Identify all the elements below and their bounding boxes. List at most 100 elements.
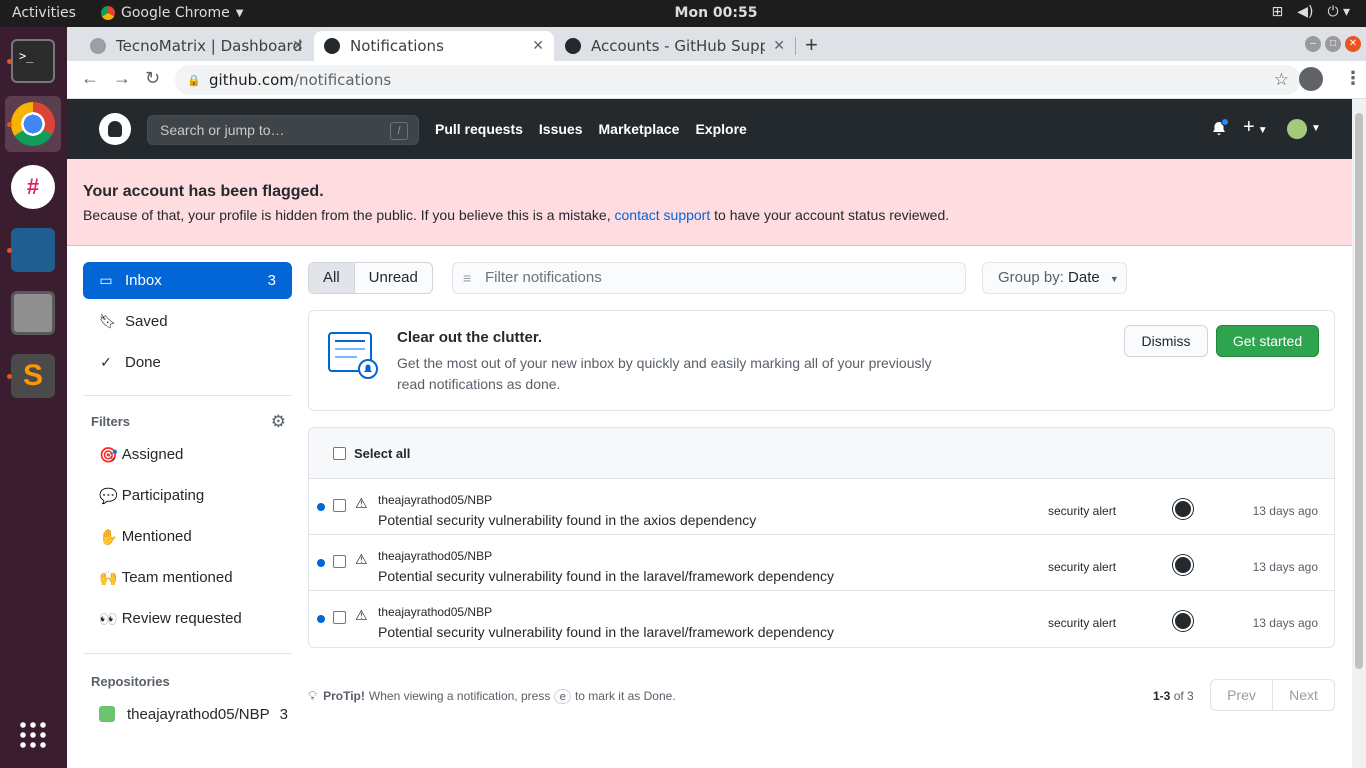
tab-title: TecnoMatrix | Dashboard bbox=[116, 37, 301, 55]
filter-participating[interactable]: 💬 Participating bbox=[83, 475, 292, 516]
repo-count: 3 bbox=[279, 705, 288, 723]
running-indicator bbox=[7, 248, 12, 253]
notification-row[interactable]: ⚠ theajayrathod05/NBP Potential security… bbox=[309, 535, 1334, 591]
filter-mentioned[interactable]: ✋ Mentioned bbox=[83, 516, 292, 557]
close-icon[interactable]: ✕ bbox=[292, 38, 304, 54]
alert-icon: ⚠ bbox=[355, 495, 368, 511]
system-tray[interactable]: ⊞ ◀) ⏻ ▾ bbox=[1271, 4, 1350, 20]
group-by-dropdown[interactable]: Group by: Date ▼ bbox=[982, 262, 1127, 294]
notification-repo: theajayrathod05/NBP bbox=[378, 605, 493, 619]
minimize-button[interactable]: – bbox=[1305, 36, 1321, 52]
account-flagged-banner: Your account has been flagged. Because o… bbox=[67, 159, 1352, 246]
page-viewport: Search or jump to… / Pull requests Issue… bbox=[67, 99, 1352, 768]
menu-kebab-icon[interactable]: ⋮ bbox=[1344, 68, 1362, 89]
dock-chrome[interactable] bbox=[5, 96, 61, 152]
group-by-label: Group by: bbox=[998, 269, 1064, 286]
close-window-button[interactable]: ✕ bbox=[1345, 36, 1361, 52]
dismiss-button[interactable]: Dismiss bbox=[1124, 325, 1208, 357]
dolphin-icon bbox=[11, 228, 55, 272]
close-icon[interactable]: ✕ bbox=[532, 38, 544, 54]
sidebar-item-saved[interactable]: 🔖︎ Saved bbox=[83, 303, 292, 340]
dock-mysql-workbench[interactable] bbox=[5, 222, 61, 278]
get-started-button[interactable]: Get started bbox=[1216, 325, 1319, 357]
notification-row[interactable]: ⚠ theajayrathod05/NBP Potential security… bbox=[309, 591, 1334, 647]
prev-button[interactable]: Prev bbox=[1211, 680, 1273, 710]
maximize-button[interactable]: □ bbox=[1325, 36, 1341, 52]
filter-team-mentioned[interactable]: 🙌 Team mentioned bbox=[83, 557, 292, 598]
select-all-checkbox[interactable] bbox=[333, 446, 346, 460]
flash-text: Because of that, your profile is hidden … bbox=[83, 207, 1336, 223]
protip: 💡︎ ProTip! When viewing a notification, … bbox=[308, 688, 676, 704]
notification-reason: security alert bbox=[1048, 616, 1117, 630]
tab-notifications[interactable]: Notifications ✕ bbox=[314, 31, 554, 61]
tab-accounts-support[interactable]: Accounts - GitHub Support ✕ bbox=[555, 31, 795, 61]
flash-text-after: to have your account status reviewed. bbox=[710, 207, 950, 223]
notification-time: 13 days ago bbox=[1252, 616, 1318, 630]
github-avatar-icon bbox=[1173, 555, 1193, 575]
filter-notifications-input[interactable]: ≡ Filter notifications bbox=[452, 262, 966, 294]
repo-item[interactable]: theajayrathod05/NBP 3 bbox=[83, 696, 292, 732]
row-checkbox[interactable] bbox=[333, 499, 346, 512]
clock[interactable]: Mon 00:55 bbox=[0, 5, 1366, 21]
network-icon: ⊞ bbox=[1271, 4, 1284, 20]
dock-files[interactable] bbox=[5, 285, 61, 341]
reload-button[interactable]: ↻ bbox=[145, 68, 160, 89]
url-path: /notifications bbox=[293, 71, 392, 89]
nav-pull-requests[interactable]: Pull requests bbox=[435, 121, 523, 137]
notification-title[interactable]: Potential security vulnerability found i… bbox=[378, 512, 756, 528]
notification-row[interactable]: ⚠ theajayrathod05/NBP Potential security… bbox=[309, 479, 1334, 535]
next-button[interactable]: Next bbox=[1273, 680, 1334, 710]
nav-issues[interactable]: Issues bbox=[539, 121, 583, 137]
inbox-illustration-icon bbox=[328, 332, 378, 379]
filter-assigned[interactable]: 🎯 Assigned bbox=[83, 434, 292, 475]
notifications-bell-icon[interactable] bbox=[1211, 118, 1229, 137]
flash-heading: Your account has been flagged. bbox=[83, 183, 324, 200]
show-applications-button[interactable] bbox=[5, 707, 61, 763]
user-avatar[interactable] bbox=[1287, 119, 1307, 139]
address-bar[interactable]: 🔒 github.com/notifications ☆ bbox=[175, 65, 1301, 95]
contact-support-link[interactable]: contact support bbox=[615, 207, 711, 223]
nav-explore[interactable]: Explore bbox=[695, 121, 746, 137]
row-checkbox[interactable] bbox=[333, 555, 346, 568]
unread-indicator bbox=[1221, 118, 1229, 126]
all-button[interactable]: All bbox=[309, 263, 355, 293]
scrollbar-thumb[interactable] bbox=[1355, 113, 1363, 669]
protip-key: e bbox=[554, 688, 571, 704]
dock-terminal[interactable]: >_ bbox=[5, 33, 61, 89]
create-new-menu[interactable]: + ▼ bbox=[1243, 116, 1268, 139]
clear-clutter-promo: Clear out the clutter. Get the most out … bbox=[308, 310, 1335, 411]
page-scrollbar[interactable] bbox=[1352, 99, 1366, 768]
repo-name: theajayrathod05/NBP bbox=[127, 705, 270, 723]
unread-button[interactable]: Unread bbox=[355, 263, 432, 293]
search-input[interactable]: Search or jump to… / bbox=[147, 115, 419, 145]
github-logo-icon[interactable] bbox=[99, 113, 131, 145]
protip-label: ProTip! bbox=[323, 689, 365, 703]
gear-icon[interactable]: ⚙ bbox=[271, 410, 286, 434]
unread-dot bbox=[317, 503, 325, 511]
row-checkbox[interactable] bbox=[333, 611, 346, 624]
unread-dot bbox=[317, 615, 325, 623]
sidebar-item-inbox[interactable]: ▭ Inbox 3 bbox=[83, 262, 292, 299]
github-icon bbox=[565, 38, 581, 54]
notification-title[interactable]: Potential security vulnerability found i… bbox=[378, 624, 834, 640]
new-tab-button[interactable]: + bbox=[805, 32, 818, 58]
nav-marketplace[interactable]: Marketplace bbox=[599, 121, 680, 137]
dock-slack[interactable]: # bbox=[5, 159, 61, 215]
close-icon[interactable]: ✕ bbox=[773, 38, 785, 54]
raised-hand-icon: ✋ bbox=[99, 528, 118, 546]
filter-icon: ≡ bbox=[463, 270, 472, 286]
dock-sublime[interactable]: S bbox=[5, 348, 61, 404]
back-button[interactable]: ← bbox=[81, 68, 99, 89]
tab-tecnomatrix[interactable]: TecnoMatrix | Dashboard ✕ bbox=[80, 31, 314, 61]
forward-button[interactable]: → bbox=[113, 68, 131, 89]
sidebar-item-label: Inbox bbox=[125, 272, 162, 289]
caret-down-icon[interactable]: ▼ bbox=[1311, 123, 1321, 134]
notification-title[interactable]: Potential security vulnerability found i… bbox=[378, 568, 834, 584]
bookmark-star-icon[interactable]: ☆ bbox=[1274, 70, 1289, 90]
list-header: Select all bbox=[309, 428, 1334, 479]
sublime-text-icon: S bbox=[11, 354, 55, 398]
profile-avatar-icon[interactable] bbox=[1299, 67, 1323, 91]
sidebar-item-done[interactable]: ✓ Done bbox=[83, 344, 292, 381]
power-icon: ⏻ ▾ bbox=[1327, 4, 1350, 20]
filter-review-requested[interactable]: 👀 Review requested bbox=[83, 598, 292, 639]
